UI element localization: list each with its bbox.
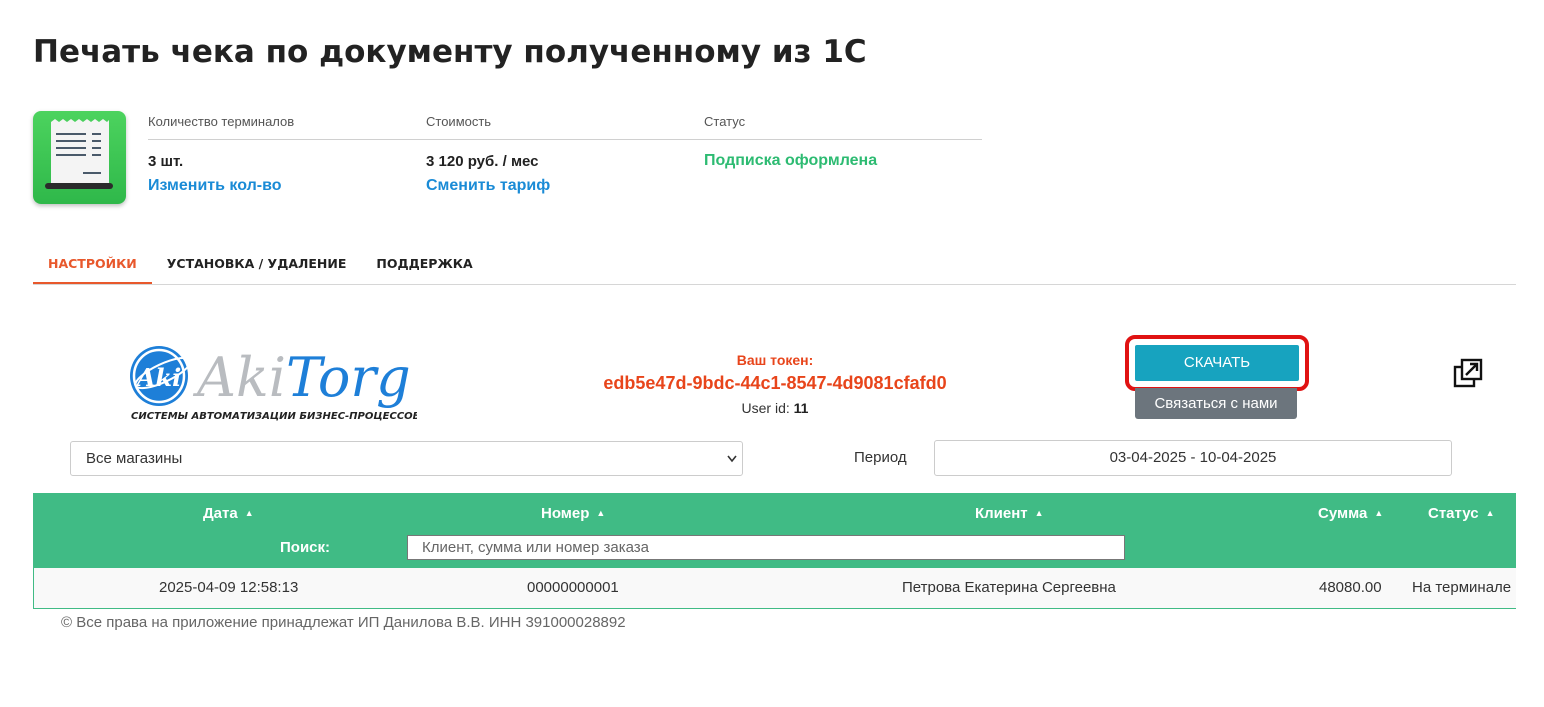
store-select-value: Все магазины [86, 450, 183, 467]
tab-bar: НАСТРОЙКИ УСТАНОВКА / УДАЛЕНИЕ ПОДДЕРЖКА [33, 244, 1516, 285]
sort-up-icon: ▲ [1374, 508, 1384, 518]
period-input[interactable]: 03-04-2025 - 10-04-2025 [934, 440, 1452, 476]
store-select[interactable]: Все магазины [70, 441, 743, 476]
token-value: edb5e47d-9bdc-44c1-8547-4d9081cfafd0 [603, 373, 947, 393]
change-tariff-link[interactable]: Сменить тариф [426, 177, 550, 195]
sort-up-icon: ▲ [596, 508, 606, 518]
svg-text:AkiTorg: AkiTorg [192, 346, 411, 409]
cell-status: На терминале [1412, 579, 1512, 596]
sort-up-icon: ▲ [244, 508, 254, 518]
token-label: Ваш токен: [736, 352, 814, 368]
column-header-date[interactable]: Дата ▲ [203, 505, 254, 522]
receipt-icon [33, 111, 126, 204]
terminals-label: Количество терминалов [148, 114, 295, 129]
page-title: Печать чека по документу полученному из … [33, 34, 867, 70]
cell-number: 00000000001 [527, 579, 619, 596]
column-header-client[interactable]: Клиент ▲ [975, 505, 1044, 522]
search-input[interactable]: Клиент, сумма или номер заказа [407, 535, 1125, 560]
token-block: Ваш токен: edb5e47d-9bdc-44c1-8547-4d908… [575, 352, 975, 416]
sort-up-icon: ▲ [1485, 508, 1495, 518]
price-value: 3 120 руб. / мес [426, 153, 539, 170]
info-status: Статус Подписка оформлена [704, 114, 877, 170]
subscription-status: Подписка оформлена [704, 152, 878, 169]
cell-client: Петрова Екатерина Сергеевна [902, 579, 1116, 596]
column-header-number[interactable]: Номер ▲ [541, 505, 605, 522]
sort-up-icon: ▲ [1034, 508, 1044, 518]
status-label: Статус [704, 114, 746, 129]
akitorg-logo: Aki AkiTorg СИСТЕМЫ АВТОМАТИЗАЦИИ БИЗНЕС… [127, 343, 420, 425]
tab-settings[interactable]: НАСТРОЙКИ [33, 244, 152, 284]
chevron-down-icon [726, 442, 738, 489]
cell-sum: 48080.00 [1319, 579, 1382, 596]
contact-us-button[interactable]: Связаться с нами [1135, 388, 1297, 419]
open-in-new-icon[interactable] [1453, 358, 1483, 388]
price-label: Стоимость [426, 114, 492, 129]
logo-brand-torg: Torg [286, 346, 411, 409]
tab-support[interactable]: ПОДДЕРЖКА [361, 244, 487, 284]
download-button[interactable]: СКАЧАТЬ [1135, 345, 1299, 381]
user-id: User id: 11 [741, 400, 809, 416]
logo-brand-aki: Aki [192, 346, 286, 409]
column-header-status[interactable]: Статус ▲ [1428, 505, 1494, 522]
search-label: Поиск: [280, 539, 331, 556]
column-header-sum[interactable]: Сумма ▲ [1318, 505, 1383, 522]
info-price: Стоимость 3 120 руб. / мес Сменить тариф [426, 114, 550, 195]
table-header: Дата ▲ Номер ▲ Клиент ▲ Сумма ▲ Статус ▲ Поис… [33, 493, 1516, 568]
logo-tagline: СИСТЕМЫ АВТОМАТИЗАЦИИ БИЗНЕС-ПРОЦЕССОВ [131, 411, 417, 422]
info-terminals: Количество терминалов 3 шт. Изменить кол… [148, 114, 294, 195]
download-highlight: СКАЧАТЬ [1125, 335, 1309, 391]
terminals-value: 3 шт. [148, 153, 184, 170]
table-row[interactable]: 2025-04-09 12:58:13 00000000001 Петрова … [33, 568, 1516, 609]
change-quantity-link[interactable]: Изменить кол-во [148, 177, 294, 195]
period-label: Период [854, 449, 907, 466]
cell-date: 2025-04-09 12:58:13 [159, 579, 299, 596]
tab-install-remove[interactable]: УСТАНОВКА / УДАЛЕНИЕ [152, 244, 362, 284]
logo-mark-text: Aki [135, 363, 181, 392]
footer-copyright: © Все права на приложение принадлежат ИП… [61, 614, 626, 631]
